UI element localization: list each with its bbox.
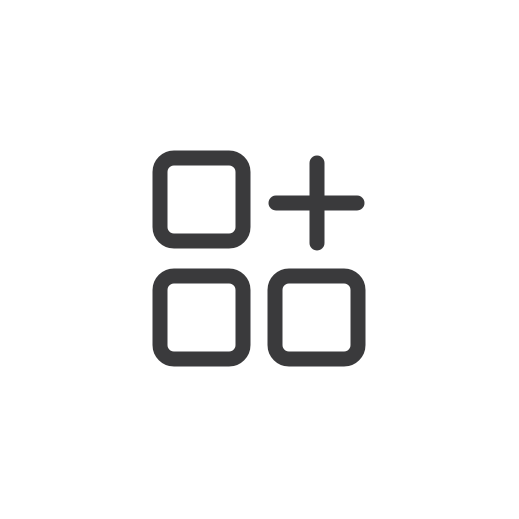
add-app-icon (0, 0, 519, 519)
icon-canvas (0, 0, 519, 519)
tile-bottom-right (267, 268, 366, 367)
add-app-icon-graphic (152, 150, 366, 367)
tile-bottom-left (152, 268, 251, 367)
tile-top-left (152, 150, 251, 249)
